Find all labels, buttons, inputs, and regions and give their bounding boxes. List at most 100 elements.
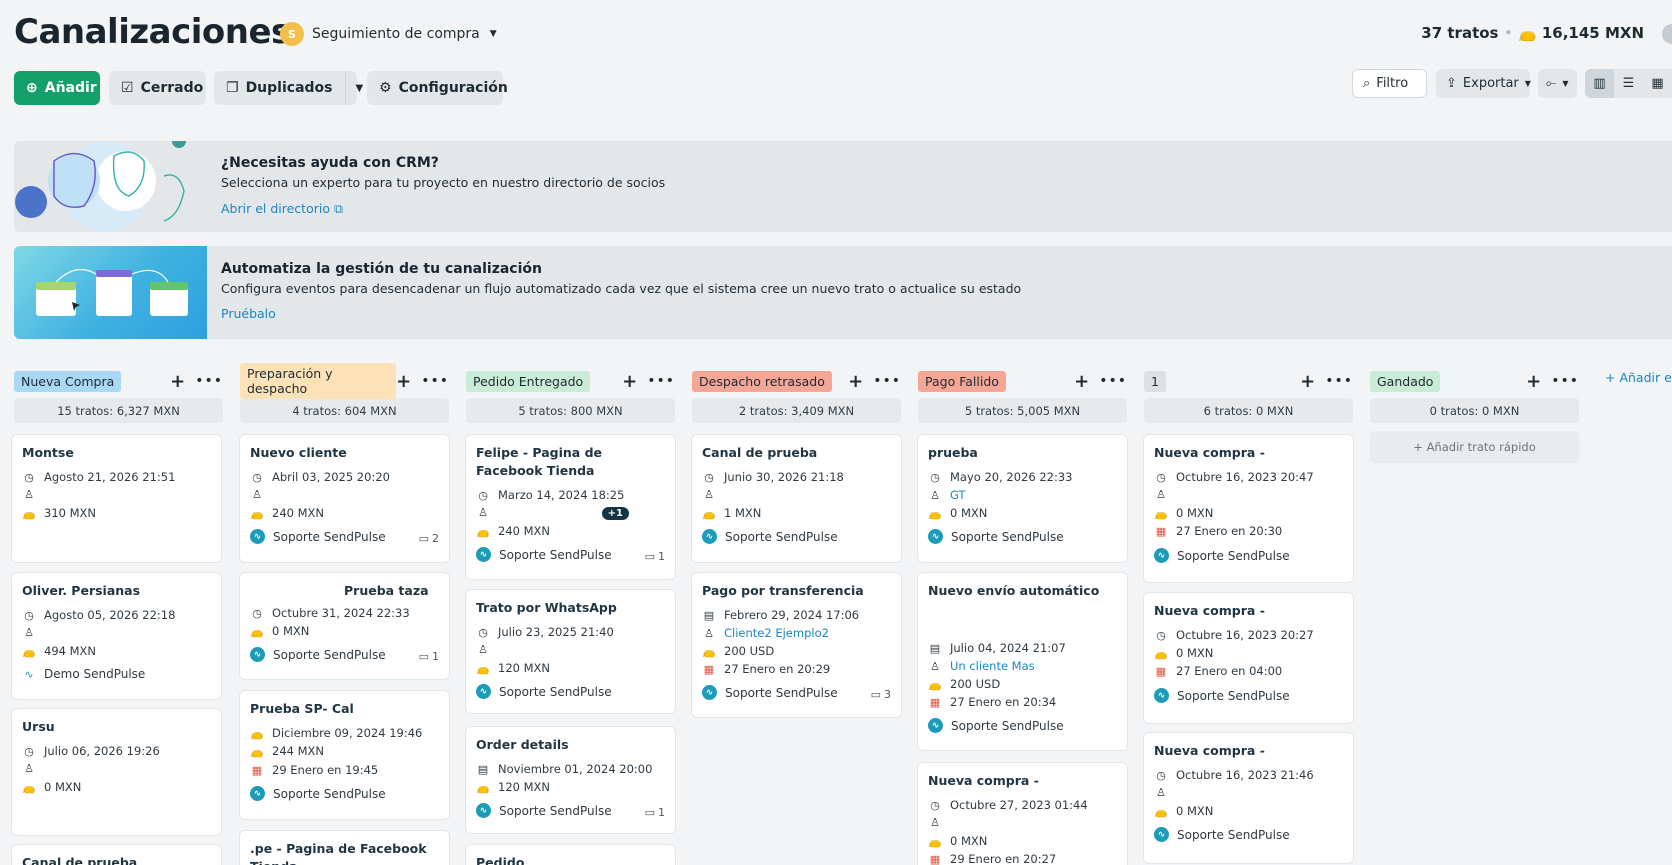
add-deal-icon[interactable]: +	[848, 371, 863, 392]
comments-count[interactable]: ▭ 1	[645, 806, 665, 819]
comments-count[interactable]: ▭ 1	[645, 550, 665, 563]
deal-title[interactable]: Order details	[476, 736, 666, 754]
deal-card[interactable]: Nueva compra - ◷ Octubre 16, 2023 21:46 ♙…	[1144, 733, 1353, 863]
deal-task: 29 Enero en 20:27	[950, 852, 1057, 865]
add-deal-icon[interactable]: +	[1300, 371, 1315, 392]
add-deal-icon[interactable]: +	[622, 371, 637, 392]
deal-card[interactable]: Oliver. Persianas ◷ Agosto 05, 2026 22:18…	[12, 573, 221, 699]
deal-card[interactable]: prueba ◷ Mayo 20, 2026 22:33 ♙ GT 👝 0 MXN ∿…	[918, 435, 1127, 562]
try-it-link[interactable]: Pruébalo	[221, 306, 276, 321]
deal-title[interactable]: prueba	[928, 444, 1118, 462]
deal-card[interactable]: Nuevo envío automático ▤ Julio 04, 2024 2…	[918, 573, 1127, 750]
deal-card[interactable]: Order details ▤ Noviembre 01, 2024 20:00 …	[466, 727, 675, 833]
deal-card[interactable]: Pago por transferencia ▤ Febrero 29, 2024…	[692, 573, 901, 717]
deal-card[interactable]: Canal de prueba	[12, 845, 221, 865]
clock-icon: ◷	[24, 744, 34, 758]
deal-title[interactable]: Montse	[22, 444, 212, 462]
add-deal-icon[interactable]: +	[396, 371, 411, 392]
deal-card[interactable]: Nueva compra - ◷ Octubre 27, 2023 01:44 ♙…	[918, 763, 1127, 865]
column-1-cards: Montse ◷ Agosto 21, 2026 21:51 ♙ 👝 310 MXN…	[12, 435, 221, 865]
contacts-more-badge[interactable]: +1	[601, 507, 629, 520]
deal-card[interactable]: Pedido	[466, 845, 675, 865]
deal-contact[interactable]: Cliente2 Ejemplo2	[724, 626, 829, 640]
deal-title[interactable]: Canal de prueba	[22, 854, 212, 865]
add-deal-icon[interactable]: +	[1526, 371, 1541, 392]
deal-title[interactable]: Felipe - Pagina de Facebook Tienda	[476, 444, 666, 480]
comments-count[interactable]: ▭ 3	[871, 688, 891, 701]
invoice-icon: ▤	[703, 608, 715, 622]
deal-card[interactable]: Felipe - Pagina de Facebook Tienda ◷ Marz…	[466, 435, 675, 579]
calendar-view-icon[interactable]: ▦	[1643, 69, 1672, 98]
deal-card[interactable]: Nueva compra - ◷ Octubre 16, 2023 20:27 👝…	[1144, 593, 1353, 723]
contact-icon: ♙	[704, 626, 714, 640]
filter-button[interactable]: ⌕ Filtro	[1352, 69, 1427, 98]
comments-count[interactable]: ▭ 2	[419, 532, 439, 545]
deal-title[interactable]: Nueva compra -	[928, 772, 1118, 790]
more-icon[interactable]: •••	[1099, 373, 1127, 389]
deal-card[interactable]: Prueba taza ◷ Octubre 31, 2024 22:33 👝 0 M…	[240, 573, 449, 679]
deals-count: 37 tratos	[1421, 24, 1499, 42]
more-icon[interactable]: •••	[1325, 373, 1353, 389]
deal-card[interactable]: Nuevo cliente ◷ Abril 03, 2025 20:20 ♙ 👝 2…	[240, 435, 449, 562]
pulse-icon: ∿	[24, 667, 34, 681]
comment-icon: ▭	[418, 650, 429, 663]
deal-title[interactable]: Nuevo envío automático	[928, 582, 1118, 600]
closed-button[interactable]: ☑ Cerrado	[109, 71, 206, 105]
export-button[interactable]: ⇪ Exportar ▼	[1436, 69, 1531, 98]
deal-card[interactable]: .pe - Pagina de Facebook Tienda	[240, 831, 449, 865]
more-icon[interactable]: •••	[1551, 373, 1579, 389]
deal-contact[interactable]: GT	[950, 488, 966, 502]
pipeline-selector[interactable]: S Seguimiento de compra ▼	[280, 22, 497, 46]
calendar-icon: ▦	[251, 763, 263, 777]
more-icon[interactable]: •••	[421, 373, 449, 389]
deal-title[interactable]: Pedido	[476, 854, 666, 865]
chevron-down-icon: ▼	[489, 29, 497, 39]
automation-button[interactable]: ⟜ ▼	[1538, 69, 1577, 98]
deal-card[interactable]: Canal de prueba ◷ Junio 30, 2026 21:18 ♙ …	[692, 435, 901, 562]
deal-title[interactable]: Prueba SP- Cal	[250, 700, 440, 718]
add-deal-icon[interactable]: +	[1074, 371, 1089, 392]
deal-title[interactable]: Canal de prueba	[702, 444, 892, 462]
more-icon[interactable]: •••	[647, 373, 675, 389]
user-avatar[interactable]	[1662, 24, 1672, 44]
deal-title[interactable]: Pago por transferencia	[702, 582, 892, 600]
deal-title[interactable]: Oliver. Persianas	[22, 582, 212, 600]
comments-count[interactable]: ▭ 1	[419, 650, 439, 663]
deal-contact[interactable]: Un cliente Mas	[950, 659, 1035, 673]
deal-owner: Soporte SendPulse	[725, 529, 838, 544]
add-stage-button[interactable]: + Añadir etapa	[1605, 370, 1672, 385]
kanban-view-icon[interactable]: ▥	[1585, 69, 1614, 98]
external-link-icon: ⧉	[333, 201, 343, 216]
more-icon[interactable]: •••	[195, 373, 223, 389]
add-deal-icon[interactable]: +	[170, 371, 185, 392]
list-view-icon[interactable]: ☰	[1614, 69, 1643, 98]
calendar-icon: ▦	[929, 852, 941, 865]
more-icon[interactable]: •••	[873, 373, 901, 389]
column-1: 1 + ••• 6 tratos: 0 MXN	[1144, 368, 1353, 423]
deal-card[interactable]: Ursu ◷ Julio 06, 2026 19:26 ♙ 👝 0 MXN	[12, 709, 221, 835]
deal-card[interactable]: Nueva compra - ◷ Octubre 16, 2023 20:47 ♙…	[1144, 435, 1353, 582]
deal-amount: 244 MXN	[272, 744, 325, 758]
deal-card[interactable]: Montse ◷ Agosto 21, 2026 21:51 ♙ 👝 310 MXN	[12, 435, 221, 562]
deal-title[interactable]: Nueva compra -	[1154, 444, 1344, 462]
deal-title[interactable]: Nueva compra -	[1154, 602, 1344, 620]
stage-total: 5 tratos: 5,005 MXN	[918, 398, 1127, 423]
settings-button[interactable]: ⚙ Configuración	[367, 71, 508, 105]
open-directory-link[interactable]: Abrir el directorio ⧉	[221, 201, 343, 217]
quick-add-deal-button[interactable]: + Añadir trato rápido	[1370, 431, 1579, 463]
duplicates-button[interactable]: ❐ Duplicados ▼	[214, 71, 363, 105]
deal-title[interactable]: Ursu	[22, 718, 212, 736]
add-button[interactable]: ⊕ Añadir	[14, 71, 100, 105]
deal-date: Julio 06, 2026 19:26	[44, 744, 160, 758]
deal-card[interactable]: Prueba SP- Cal 👝 Diciembre 09, 2024 19:46…	[240, 691, 449, 819]
deal-title[interactable]: .pe - Pagina de Facebook Tienda	[250, 840, 440, 865]
money-bag-icon: 👝	[1154, 506, 1168, 520]
calendar-icon: ▦	[703, 662, 715, 676]
deal-title[interactable]: Trato por WhatsApp	[476, 599, 666, 617]
deal-title[interactable]: Nuevo cliente	[250, 444, 440, 462]
deal-date: Julio 23, 2025 21:40	[498, 625, 614, 639]
deal-title[interactable]: Nueva compra -	[1154, 742, 1344, 760]
deal-card[interactable]: Trato por WhatsApp ◷ Julio 23, 2025 21:40…	[466, 590, 675, 713]
sendpulse-logo-icon: ∿	[476, 803, 491, 818]
deal-amount: 120 MXN	[498, 661, 551, 675]
